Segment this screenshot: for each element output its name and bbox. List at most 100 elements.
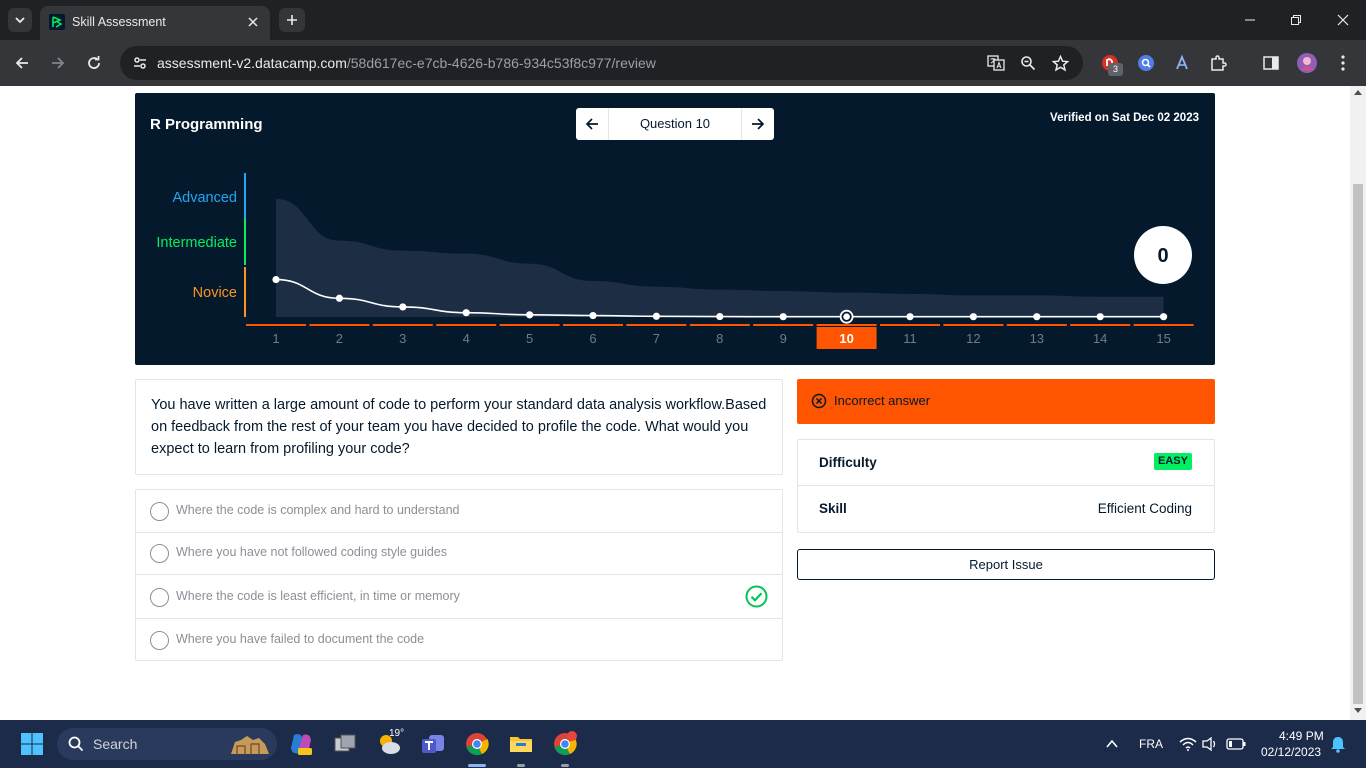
- address-bar[interactable]: assessment-v2.datacamp.com/58d617ec-e7cb…: [120, 46, 1083, 80]
- data-point: [1160, 313, 1168, 321]
- x-tick-label: 14: [1093, 331, 1107, 346]
- data-point: [526, 311, 534, 319]
- windows-logo-icon: [21, 733, 43, 755]
- data-point: [589, 311, 597, 320]
- level-label-intermediate: Intermediate: [156, 235, 237, 251]
- x-tick-label: 9: [780, 331, 787, 346]
- datacamp-favicon: [49, 14, 65, 30]
- radio-button[interactable]: [150, 631, 169, 650]
- arrow-right-icon: [752, 118, 765, 130]
- result-label: Incorrect answer: [834, 393, 931, 408]
- page-scrollbar[interactable]: [1350, 86, 1366, 720]
- notification-bell-icon[interactable]: [1322, 728, 1354, 760]
- option-label: Where the code is complex and hard to un…: [176, 503, 460, 517]
- data-point: [1096, 313, 1104, 321]
- data-point: [652, 312, 661, 320]
- previous-question-button[interactable]: [576, 108, 609, 140]
- bookmark-star-icon[interactable]: [1049, 52, 1071, 74]
- reload-button[interactable]: [80, 49, 108, 77]
- question-text: You have written a large amount of code …: [151, 397, 767, 457]
- taskbar-search[interactable]: Search: [57, 728, 277, 760]
- minimize-icon: [1245, 19, 1255, 21]
- answer-option[interactable]: Where you have failed to document the co…: [136, 619, 782, 662]
- answer-option[interactable]: Where you have not followed coding style…: [136, 532, 782, 575]
- browser-tab[interactable]: Skill Assessment: [40, 6, 270, 40]
- tab-search-button[interactable]: [8, 8, 32, 32]
- restore-icon: [1291, 15, 1301, 25]
- tray-overflow-icon[interactable]: [1096, 728, 1128, 760]
- clock-date[interactable]: 02/12/2023: [1261, 745, 1321, 759]
- result-banner: Incorrect answer: [797, 379, 1215, 424]
- weather-temp: 19°: [389, 728, 405, 739]
- scroll-up-icon[interactable]: [1354, 90, 1362, 95]
- start-button[interactable]: [16, 728, 48, 760]
- chrome-taskbar-icon[interactable]: [461, 728, 493, 760]
- arrow-right-icon: [52, 57, 65, 69]
- profile-avatar[interactable]: [1296, 52, 1318, 74]
- answer-option[interactable]: Where the code is complex and hard to un…: [136, 490, 782, 533]
- close-window-button[interactable]: [1320, 0, 1366, 40]
- x-tick-label: 13: [1030, 331, 1044, 346]
- restore-button[interactable]: [1273, 0, 1319, 40]
- data-point: [906, 313, 914, 321]
- radio-button[interactable]: [150, 588, 169, 607]
- extensions-puzzle-icon[interactable]: [1207, 52, 1229, 74]
- next-question-button[interactable]: [741, 108, 774, 140]
- verified-date: Verified on Sat Dec 02 2023: [1050, 112, 1199, 124]
- data-point: [462, 309, 470, 317]
- current-data-point-inner: [843, 313, 850, 321]
- browser-menu-icon[interactable]: [1332, 52, 1354, 74]
- browser-tab-bar: Skill Assessment: [0, 0, 1366, 40]
- extension-search-icon[interactable]: [1135, 52, 1157, 74]
- data-point: [969, 313, 978, 321]
- radio-button[interactable]: [150, 544, 169, 563]
- chrome-profile-taskbar-icon[interactable]: [549, 728, 581, 760]
- copilot-taskbar-icon[interactable]: [285, 728, 317, 760]
- clock-time[interactable]: 4:49 PM: [1279, 729, 1324, 743]
- x-tick-label: 6: [589, 331, 596, 346]
- arrow-left-icon: [585, 118, 598, 130]
- x-tick-label: 3: [399, 331, 406, 346]
- language-indicator[interactable]: FRA: [1139, 737, 1163, 751]
- arrow-left-icon: [15, 57, 28, 69]
- forward-button[interactable]: [44, 49, 72, 77]
- zoom-icon[interactable]: [1017, 52, 1039, 74]
- task-view-icon[interactable]: [329, 728, 361, 760]
- browser-toolbar: assessment-v2.datacamp.com/58d617ec-e7cb…: [0, 40, 1366, 86]
- radio-button[interactable]: [150, 502, 169, 521]
- extension-translate-icon[interactable]: [1171, 52, 1193, 74]
- translate-icon[interactable]: [985, 52, 1007, 74]
- tab-close-icon[interactable]: [244, 13, 262, 31]
- url-host: assessment-v2.datacamp.com: [157, 55, 347, 71]
- file-explorer-icon[interactable]: [505, 728, 537, 760]
- site-info-icon[interactable]: [130, 53, 150, 73]
- report-issue-button[interactable]: Report Issue: [797, 549, 1215, 580]
- x-tick-label: 8: [716, 331, 723, 346]
- score-value: 0: [1157, 245, 1168, 267]
- teams-taskbar-icon[interactable]: [417, 728, 449, 760]
- level-label-novice: Novice: [193, 285, 237, 301]
- answer-option-correct[interactable]: Where the code is least efficient, in ti…: [136, 575, 782, 619]
- x-tick-label: 7: [653, 331, 660, 346]
- side-panel-icon[interactable]: [1260, 52, 1282, 74]
- scroll-thumb[interactable]: [1353, 184, 1363, 704]
- option-label: Where the code is least efficient, in ti…: [176, 589, 460, 603]
- x-tick-label: 15: [1156, 331, 1170, 346]
- close-icon: [1337, 14, 1349, 26]
- option-label: Where you have failed to document the co…: [176, 632, 425, 646]
- battery-icon[interactable]: [1220, 728, 1252, 760]
- scroll-down-icon[interactable]: [1354, 708, 1362, 713]
- assessment-chart-card: Advanced Intermediate Novice 1 2 3 4 5 6 7 8 9 10 11 1…: [135, 93, 1215, 365]
- tab-title: Skill Assessment: [72, 15, 166, 29]
- x-tick-label: 4: [463, 331, 470, 346]
- x-circle-icon: [811, 393, 827, 409]
- check-circle-icon: [745, 585, 768, 608]
- new-tab-button[interactable]: [279, 8, 305, 32]
- minimize-button[interactable]: [1227, 0, 1273, 40]
- x-tick-label: 10: [839, 331, 853, 346]
- data-point: [272, 275, 280, 284]
- difficulty-key: Difficulty: [819, 455, 877, 470]
- back-button[interactable]: [8, 49, 36, 77]
- plus-icon: [287, 15, 297, 25]
- data-point: [716, 312, 724, 321]
